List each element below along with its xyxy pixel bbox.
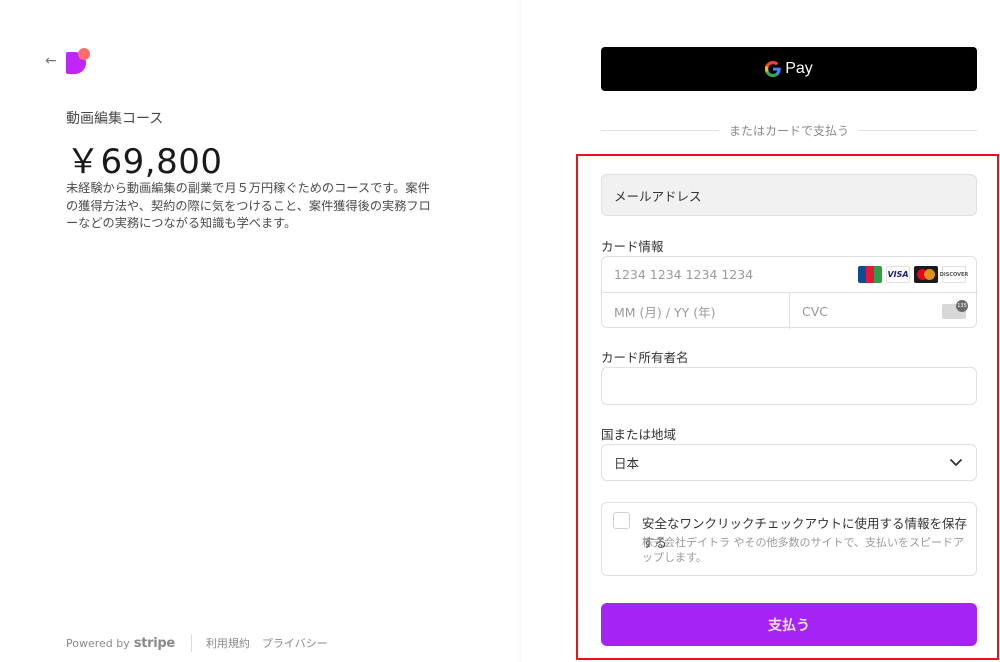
email-field[interactable]: メールアドレス [601,174,977,216]
footer: Powered by stripe 利用規約 プライバシー [66,634,340,652]
visa-icon: VISA [886,266,910,283]
pay-button[interactable]: 支払う [601,603,977,646]
google-pay-button[interactable]: Pay [601,47,977,91]
cvc-card-icon: 135 [942,300,968,319]
cardholder-label: カード所有者名 [601,350,689,365]
highlight-box [576,154,999,660]
card-brands: VISA DISCOVER [858,266,968,283]
arrow-left-icon[interactable]: ← [45,53,57,69]
chevron-down-icon [950,459,962,466]
footer-divider [190,634,192,652]
cvc-badge: 135 [956,300,968,312]
privacy-link[interactable]: プライバシー [262,635,328,651]
product-description: 未経験から動画編集の副業で月５万円稼ぐためのコースです。案件の獲得方法や、契約の… [66,181,431,230]
cardholder-name-input[interactable] [601,367,977,405]
powered-by-stripe[interactable]: Powered by stripe [66,636,175,651]
google-g-icon [765,61,781,77]
country-value: 日本 [614,456,640,471]
cvc-input[interactable]: CVC 135 [790,293,978,329]
jcb-icon [858,266,882,283]
card-info-group: 1234 1234 1234 1234 VISA DISCOVER MM (月)… [601,256,978,329]
product-name: 動画編集コース [66,111,164,127]
country-select[interactable]: 日本 [601,444,977,481]
save-info-description: 株式会社デイトラ やその他多数のサイトで、支払いをスピードアップします。 [642,536,965,564]
company-logo [66,48,92,76]
save-info-checkbox[interactable] [613,512,630,529]
country-label: 国または地域 [601,427,677,442]
stripe-logo: stripe [133,635,175,651]
mastercard-icon [914,266,938,283]
google-pay-label: Pay [785,60,813,77]
product-price: ￥69,800 [66,142,223,182]
order-summary-pane: ← 動画編集コース ￥69,800 未経験から動画編集の副業で月５万円稼ぐための… [0,0,521,662]
powered-by-label: Powered by [66,636,130,650]
save-info-box: 安全なワンクリックチェックアウトに使用する情報を保存する 株式会社デイトラ やそ… [601,502,977,576]
terms-link[interactable]: 利用規約 [206,635,250,651]
discover-icon: DISCOVER [940,266,968,283]
cvc-placeholder: CVC [802,303,829,319]
expiry-input[interactable]: MM (月) / YY (年) [602,293,790,329]
or-divider: またはカードで支払う [601,122,978,139]
payment-pane: Pay またはカードで支払う メールアドレス カード情報 1234 1234 1… [521,0,1000,662]
card-info-label: カード情報 [601,239,664,254]
or-pay-with-card-text: またはカードで支払う [729,124,850,138]
